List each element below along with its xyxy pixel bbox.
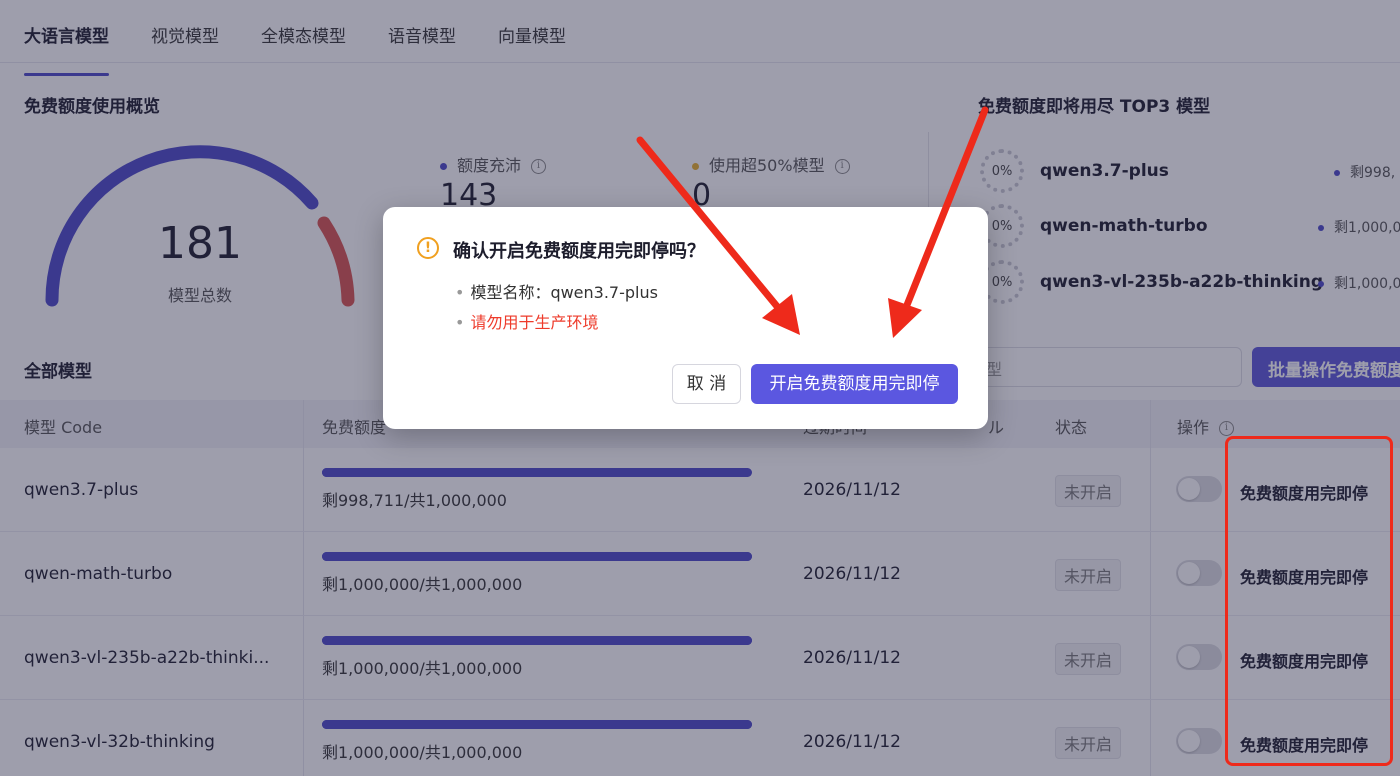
annotation-arrow: [901, 106, 989, 314]
arrow-head-icon: [888, 298, 922, 338]
annotation-arrow: [636, 136, 784, 314]
annotation-arrows: [636, 106, 989, 338]
